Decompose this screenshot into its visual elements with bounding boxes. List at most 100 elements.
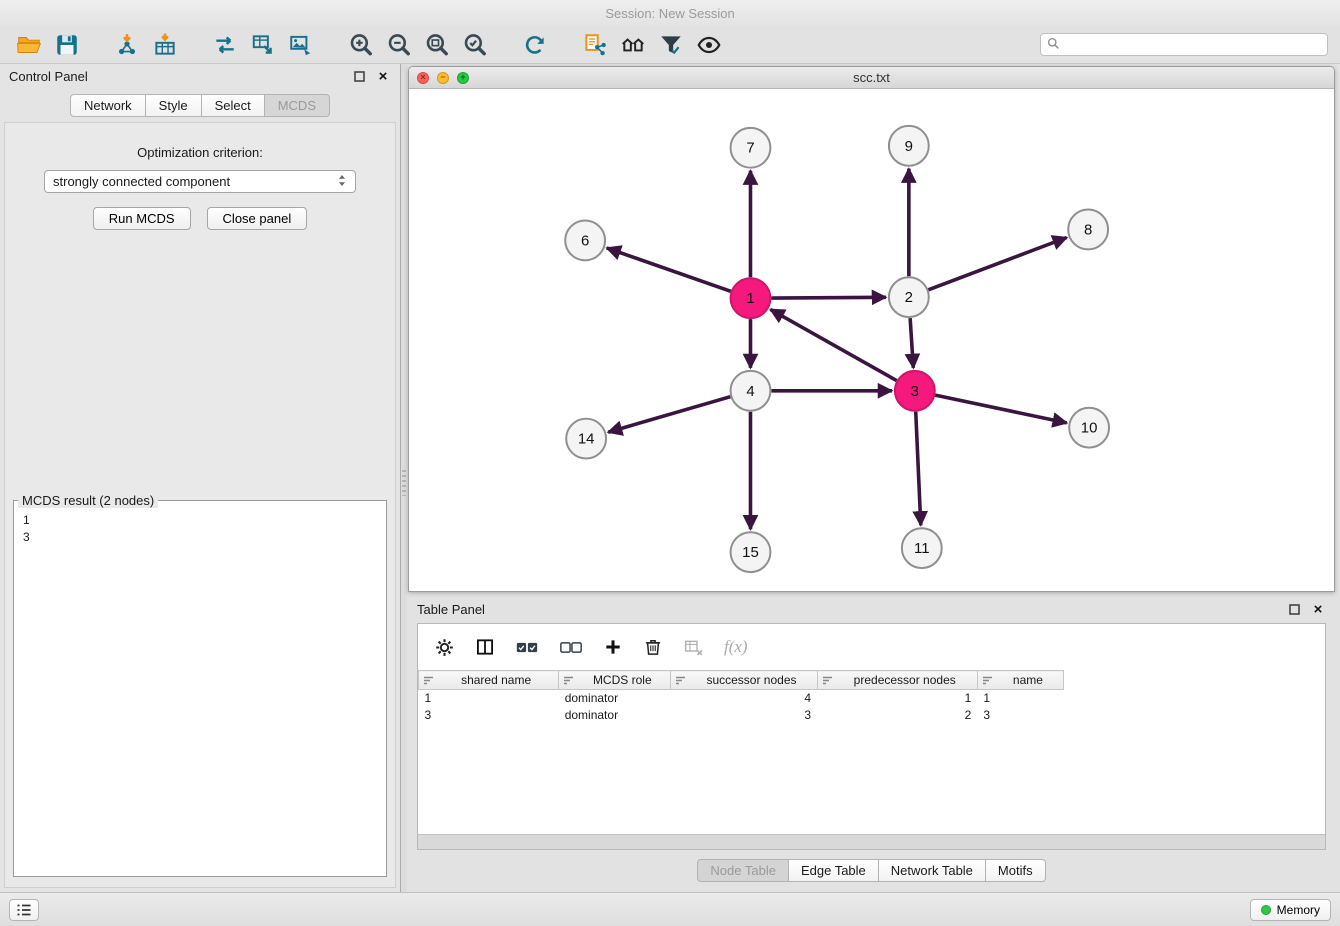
search-input[interactable] bbox=[1065, 34, 1321, 55]
network-canvas[interactable]: 7 9 6 8 1 2 4 3 14 10 15 11 bbox=[409, 89, 1334, 591]
layout-icon[interactable] bbox=[616, 29, 650, 61]
network-graph[interactable]: 7 9 6 8 1 2 4 3 14 10 15 11 bbox=[409, 89, 1334, 591]
edge-4-14[interactable] bbox=[608, 397, 730, 433]
mcds-result-line: 3 bbox=[23, 529, 377, 546]
search-box[interactable] bbox=[1040, 33, 1328, 56]
table-cell[interactable]: 1 bbox=[977, 690, 1063, 707]
refresh-icon[interactable] bbox=[518, 29, 552, 61]
show-hide-icon[interactable] bbox=[692, 29, 726, 61]
zoom-window-icon[interactable]: + bbox=[457, 72, 469, 84]
tab-network-table[interactable]: Network Table bbox=[879, 859, 986, 882]
node-14[interactable]: 14 bbox=[566, 419, 606, 459]
zoom-fit-icon[interactable] bbox=[420, 29, 454, 61]
edge-3-1[interactable] bbox=[770, 309, 896, 380]
table-settings-icon[interactable] bbox=[434, 634, 455, 660]
toolbar-separator bbox=[496, 44, 514, 45]
node-2[interactable]: 2 bbox=[889, 277, 929, 317]
function-builder-icon: f(x) bbox=[724, 634, 748, 660]
filter-icon[interactable] bbox=[654, 29, 688, 61]
node-9[interactable]: 9 bbox=[889, 126, 929, 166]
network-window-title: scc.txt bbox=[853, 70, 890, 85]
tab-edge-table[interactable]: Edge Table bbox=[789, 859, 879, 882]
node-4[interactable]: 4 bbox=[731, 371, 771, 411]
table-cell[interactable]: 3 bbox=[671, 707, 817, 724]
clone-network-icon[interactable] bbox=[578, 29, 612, 61]
column-header-successor-nodes[interactable]: successor nodes bbox=[671, 671, 817, 690]
table-cell[interactable]: 3 bbox=[419, 707, 559, 724]
run-mcds-button[interactable]: Run MCDS bbox=[93, 207, 191, 230]
node-7[interactable]: 7 bbox=[731, 128, 771, 168]
table-tools-icon[interactable] bbox=[246, 29, 280, 61]
add-row-icon[interactable] bbox=[603, 634, 623, 660]
toolbar-separator bbox=[556, 44, 574, 45]
deselect-all-icon[interactable] bbox=[559, 634, 583, 660]
import-table-icon[interactable] bbox=[148, 29, 182, 61]
optimization-dropdown[interactable]: strongly connected component bbox=[44, 170, 356, 193]
task-history-button[interactable] bbox=[9, 899, 39, 921]
node-table-container: f(x) shared nameMCDS rolesuccessor nodes… bbox=[417, 623, 1326, 850]
node-3[interactable]: 3 bbox=[895, 371, 935, 411]
node-10[interactable]: 10 bbox=[1069, 408, 1109, 448]
edge-2-8[interactable] bbox=[928, 238, 1066, 290]
float-table-window-icon[interactable] bbox=[1286, 601, 1302, 617]
node-11[interactable]: 11 bbox=[902, 528, 942, 568]
tab-select[interactable]: Select bbox=[202, 94, 265, 117]
minimize-window-icon[interactable]: − bbox=[437, 72, 449, 84]
edge-1-2[interactable] bbox=[771, 297, 886, 298]
close-window-icon[interactable]: × bbox=[417, 72, 429, 84]
column-sort-icon bbox=[563, 675, 574, 686]
import-network-icon[interactable] bbox=[110, 29, 144, 61]
open-session-icon[interactable] bbox=[12, 29, 46, 61]
node-label: 15 bbox=[742, 544, 759, 561]
toolbar-separator bbox=[88, 44, 106, 45]
table-cell[interactable]: 1 bbox=[419, 690, 559, 707]
tab-network[interactable]: Network bbox=[70, 94, 146, 117]
edge-2-3[interactable] bbox=[910, 318, 913, 368]
table-cell[interactable]: 2 bbox=[817, 707, 977, 724]
table-tabbar: Node TableEdge TableNetwork TableMotifs bbox=[408, 859, 1335, 882]
edge-1-6[interactable] bbox=[607, 248, 731, 291]
node-label: 14 bbox=[578, 431, 595, 448]
table-cell[interactable]: 3 bbox=[977, 707, 1063, 724]
main-toolbar bbox=[0, 26, 1340, 64]
edge-3-11[interactable] bbox=[916, 412, 921, 526]
node-8[interactable]: 8 bbox=[1068, 210, 1108, 250]
node-15[interactable]: 15 bbox=[731, 532, 771, 572]
table-cell[interactable]: dominator bbox=[559, 707, 671, 724]
edge-3-10[interactable] bbox=[935, 395, 1066, 423]
node-label: 3 bbox=[911, 383, 919, 400]
close-panel-icon[interactable]: × bbox=[375, 68, 391, 84]
delete-row-icon[interactable] bbox=[643, 634, 663, 660]
column-header-name[interactable]: name bbox=[977, 671, 1063, 690]
tab-style[interactable]: Style bbox=[146, 94, 202, 117]
close-panel-button[interactable]: Close panel bbox=[207, 207, 308, 230]
zoom-in-icon[interactable] bbox=[344, 29, 378, 61]
table-cell[interactable]: 1 bbox=[817, 690, 977, 707]
tab-node-table[interactable]: Node Table bbox=[697, 859, 789, 882]
table-row[interactable]: 3dominator323 bbox=[419, 707, 1064, 724]
column-header-predecessor-nodes[interactable]: predecessor nodes bbox=[817, 671, 977, 690]
table-cell[interactable]: 4 bbox=[671, 690, 817, 707]
tab-motifs[interactable]: Motifs bbox=[986, 859, 1046, 882]
zoom-out-icon[interactable] bbox=[382, 29, 416, 61]
network-tools-icon[interactable] bbox=[208, 29, 242, 61]
network-window-titlebar[interactable]: × − + scc.txt bbox=[409, 67, 1334, 89]
export-image-icon[interactable] bbox=[284, 29, 318, 61]
table-row[interactable]: 1dominator411 bbox=[419, 690, 1064, 707]
memory-button[interactable]: Memory bbox=[1250, 899, 1331, 921]
float-window-icon[interactable] bbox=[351, 68, 367, 84]
tab-mcds[interactable]: MCDS bbox=[265, 94, 330, 117]
mcds-result-list[interactable]: 13 bbox=[14, 508, 386, 550]
table-cell[interactable]: dominator bbox=[559, 690, 671, 707]
zoom-selected-icon[interactable] bbox=[458, 29, 492, 61]
column-header-shared-name[interactable]: shared name bbox=[419, 671, 559, 690]
table-horizontal-scrollbar[interactable] bbox=[418, 834, 1325, 849]
column-sort-icon bbox=[675, 675, 686, 686]
select-all-icon[interactable] bbox=[515, 634, 539, 660]
node-1[interactable]: 1 bbox=[731, 278, 771, 318]
column-header-MCDS-role[interactable]: MCDS role bbox=[559, 671, 671, 690]
show-columns-icon[interactable] bbox=[475, 634, 495, 660]
close-table-panel-icon[interactable]: × bbox=[1310, 601, 1326, 617]
save-session-icon[interactable] bbox=[50, 29, 84, 61]
node-6[interactable]: 6 bbox=[565, 220, 605, 260]
